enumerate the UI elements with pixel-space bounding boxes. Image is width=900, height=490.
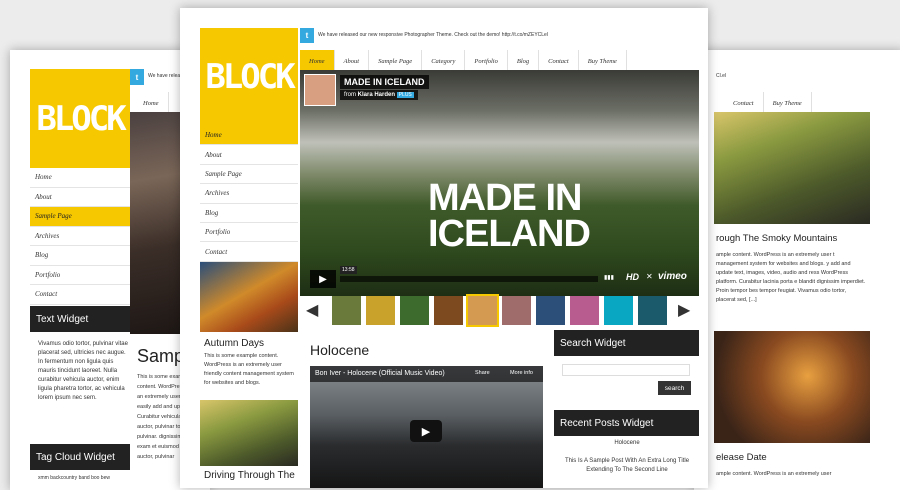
- right-post2-title[interactable]: elease Date: [716, 452, 767, 463]
- left-tagcloud-body: xmm backcountry band boo bew: [38, 475, 110, 481]
- video-avatar: [304, 74, 336, 106]
- sidebar-item-contact[interactable]: Contact: [30, 285, 130, 305]
- thumb-prev-arrow[interactable]: ◀: [306, 300, 318, 320]
- left-topnav: Home: [134, 92, 169, 114]
- driving-image[interactable]: [200, 400, 298, 466]
- twitter-feed-text[interactable]: We have released our new responsive Phot…: [318, 32, 548, 39]
- recent-post-1[interactable]: Holocene: [560, 439, 694, 448]
- play-button[interactable]: ▶: [310, 270, 336, 288]
- left-topnav-home[interactable]: Home: [134, 92, 169, 114]
- thumbnail[interactable]: [638, 296, 667, 325]
- driving-title[interactable]: Driving Through The: [204, 470, 295, 481]
- left-tagcloud-title: Tag Cloud Widget: [30, 444, 130, 470]
- sidebar-item-portfolio[interactable]: Portfolio: [200, 223, 298, 243]
- sidebar-item-contact[interactable]: Contact: [200, 242, 298, 262]
- left-post-title[interactable]: Samp: [137, 346, 184, 367]
- recent-posts-title: Recent Posts Widget: [554, 410, 699, 436]
- youtube-moreinfo-button[interactable]: More info: [510, 370, 533, 376]
- left-text-widget-title: Text Widget: [30, 306, 130, 332]
- left-logo[interactable]: BLOCK: [30, 69, 130, 168]
- right-twitter-text: Cl.el: [716, 73, 727, 79]
- video-timestamp: 13:58: [340, 266, 357, 274]
- youtube-share-button[interactable]: Share: [475, 370, 490, 376]
- sidebar-item-sample-page[interactable]: Sample Page: [30, 207, 130, 227]
- sidebar-item-archives[interactable]: Archives: [200, 184, 298, 204]
- sidebar-item-home[interactable]: Home: [30, 168, 130, 188]
- thumbnail[interactable]: [604, 296, 633, 325]
- video-from: from: [344, 92, 356, 98]
- left-twitter-text: We have relea: [148, 73, 181, 79]
- thumbnail[interactable]: [434, 296, 463, 325]
- video-title[interactable]: MADE IN ICELAND: [340, 75, 429, 89]
- right-image-road: [714, 112, 870, 224]
- thumbnail[interactable]: [570, 296, 599, 325]
- fullscreen-icon[interactable]: ✕: [646, 272, 653, 281]
- autumn-image[interactable]: [200, 262, 298, 332]
- sidebar-item-archives[interactable]: Archives: [30, 227, 130, 246]
- thumbnail[interactable]: [466, 294, 499, 327]
- hd-button[interactable]: HD: [626, 272, 639, 282]
- thumbnail[interactable]: [502, 296, 531, 325]
- left-sidenav: Home About Sample Page Archives Blog Portfoli…: [30, 168, 130, 305]
- right-window: Cl.el Contact Buy Theme rough The Smoky …: [694, 50, 900, 490]
- logo-text: BLOCK: [36, 98, 126, 139]
- video-author[interactable]: Klara Harden: [358, 92, 395, 98]
- thumb-next-arrow[interactable]: ▶: [678, 300, 690, 320]
- left-text-widget-body: Vivamus odio tortor, pulvinar vitae plac…: [38, 341, 128, 401]
- center-logo[interactable]: BLOCK: [200, 28, 298, 126]
- right-post1-body: ample content. WordPress is an extremely…: [716, 252, 866, 303]
- sidebar-item-portfolio[interactable]: Portfolio: [30, 266, 130, 285]
- autumn-body: This is some example content. WordPress …: [204, 353, 294, 386]
- sidebar-item-about[interactable]: About: [200, 145, 298, 165]
- video-player[interactable]: MADE IN ICELAND from Klara Harden PLUS M…: [300, 70, 699, 296]
- youtube-title[interactable]: Bon Iver - Holocene (Official Music Vide…: [310, 366, 543, 382]
- recent-post-2[interactable]: This Is A Sample Post With An Extra Long…: [560, 457, 694, 475]
- autumn-title[interactable]: Autumn Days: [204, 338, 264, 349]
- sidebar-item-blog[interactable]: Blog: [30, 246, 130, 266]
- sidebar-item-blog[interactable]: Blog: [200, 204, 298, 223]
- video-overlay-line1: MADE IN: [428, 177, 582, 219]
- search-widget-title: Search Widget: [554, 330, 699, 356]
- video-progress-bar[interactable]: [340, 276, 598, 282]
- right-image-warrior: [714, 331, 870, 443]
- center-window: BLOCK t We have released our new respons…: [180, 8, 708, 488]
- sidebar-item-sample-page[interactable]: Sample Page: [200, 165, 298, 185]
- search-input[interactable]: [562, 364, 690, 376]
- search-button[interactable]: search: [658, 381, 691, 395]
- center-sidenav: Home About Sample Page Archives Blog Portfoli…: [200, 126, 298, 262]
- right-topnav-contact[interactable]: Contact: [724, 92, 764, 114]
- sidebar-item-home[interactable]: Home: [200, 126, 298, 146]
- video-byline: from Klara Harden PLUS: [340, 90, 418, 100]
- post-title[interactable]: Holocene: [310, 342, 369, 358]
- right-topnav: Contact Buy Theme: [724, 92, 812, 114]
- sidebar-item-about[interactable]: About: [30, 188, 130, 207]
- thumbnail[interactable]: [366, 296, 395, 325]
- thumbnail[interactable]: [332, 296, 361, 325]
- video-overlay-line2: ICELAND: [428, 213, 591, 255]
- youtube-play-button[interactable]: ▶: [410, 420, 442, 442]
- left-twitter-icon[interactable]: t: [130, 69, 144, 85]
- right-post1-title[interactable]: rough The Smoky Mountains: [716, 233, 837, 244]
- thumbnail[interactable]: [536, 296, 565, 325]
- video-plus-badge: PLUS: [396, 92, 414, 98]
- twitter-icon[interactable]: t: [300, 28, 314, 43]
- youtube-player[interactable]: Bon Iver - Holocene (Official Music Vide…: [310, 366, 543, 488]
- volume-icon[interactable]: ▮▮▮: [604, 274, 614, 281]
- right-topnav-buytheme[interactable]: Buy Theme: [764, 92, 812, 114]
- thumbnail[interactable]: [400, 296, 429, 325]
- thumbnail-strip: [332, 294, 667, 327]
- logo-text: BLOCK: [205, 57, 295, 97]
- right-post2-body: ample content. WordPress is an extremely…: [716, 471, 832, 477]
- vimeo-logo[interactable]: vimeo: [658, 271, 687, 282]
